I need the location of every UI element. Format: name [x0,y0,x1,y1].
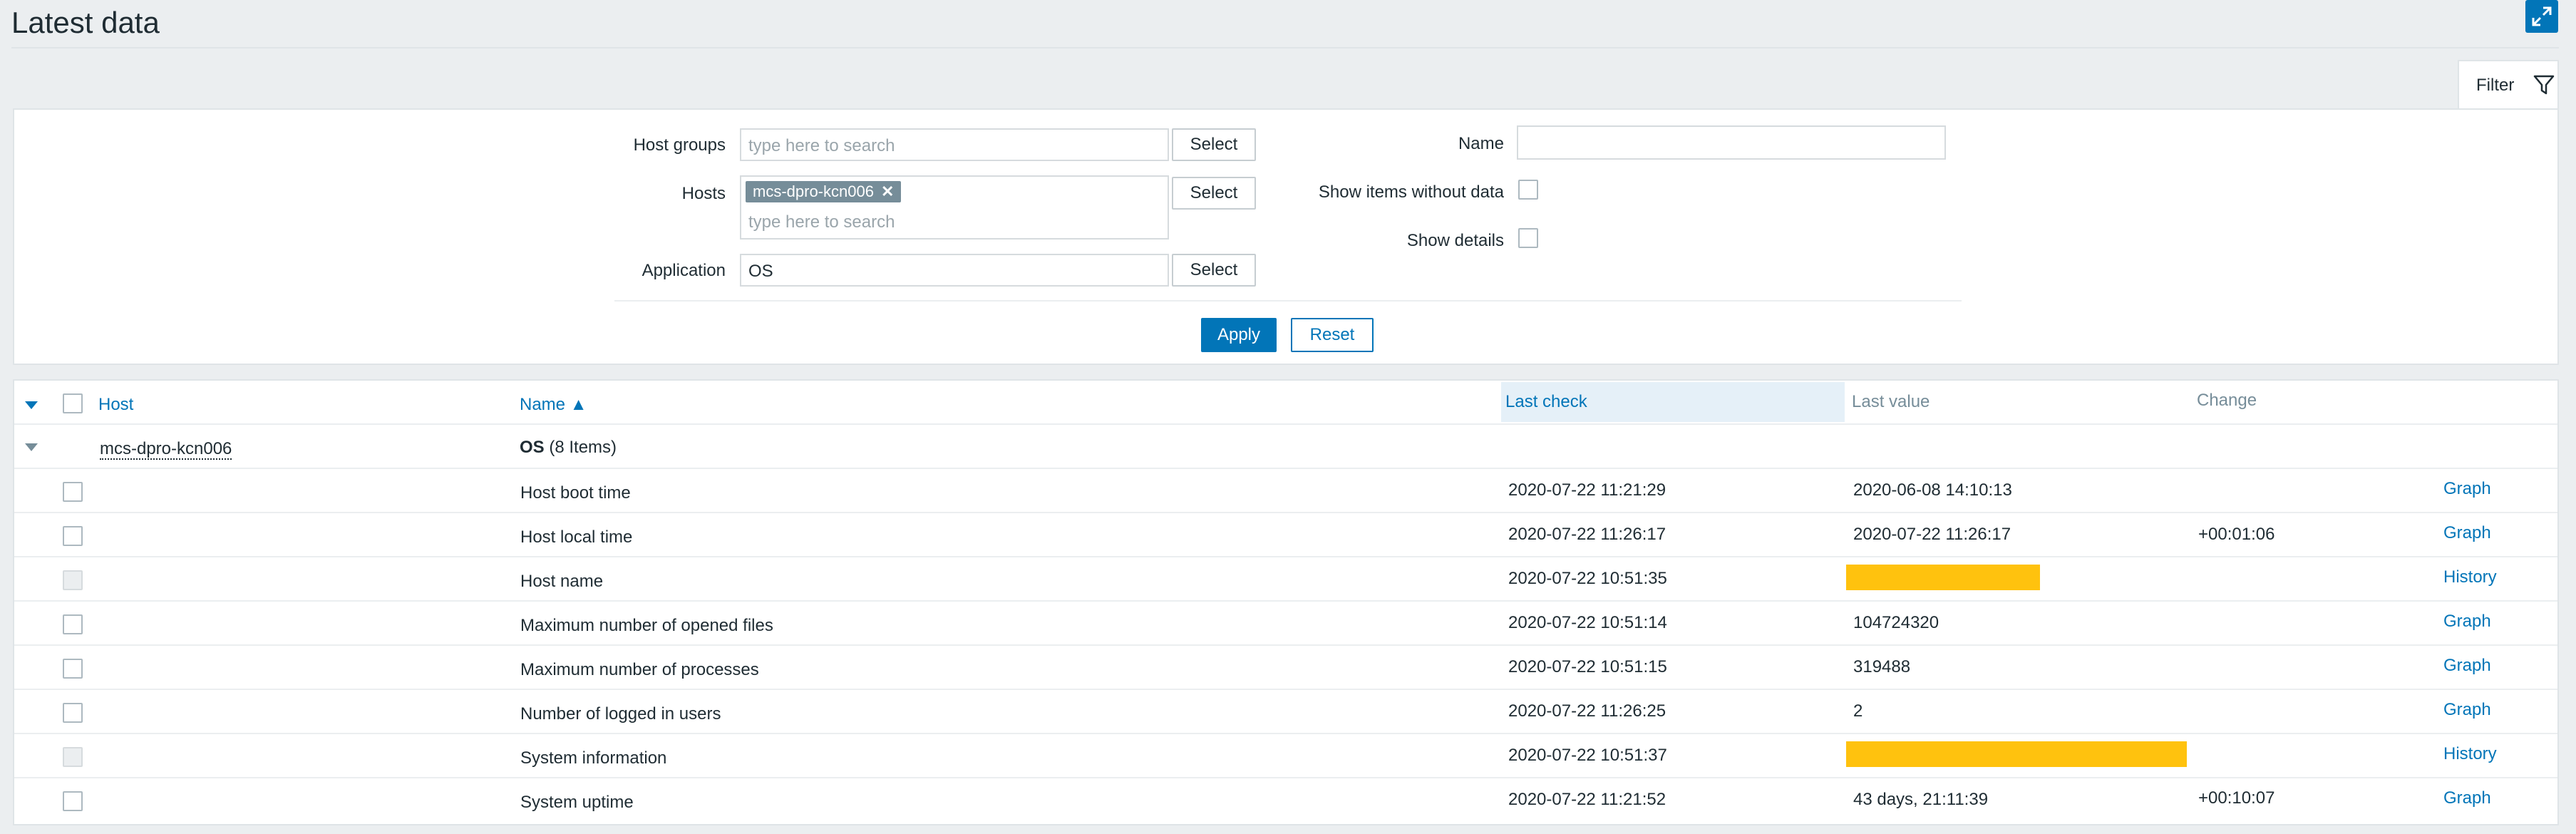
application-input[interactable]: OS [740,254,1169,287]
row-divider [14,468,2557,469]
row-divider [14,777,2557,778]
row-divider [14,644,2557,646]
item-change: +00:10:07 [2198,788,2275,808]
row-divider [14,600,2557,602]
host-chip[interactable]: mcs-dpro-kcn006 ✕ [746,181,902,202]
history-link[interactable]: History [2443,567,2497,587]
row-divider [14,689,2557,690]
row-checkbox-disabled [63,747,83,767]
group-host-link[interactable]: mcs-dpro-kcn006 [100,439,232,460]
row-divider [14,512,2557,513]
item-last-check: 2020-07-22 11:26:25 [1508,701,1666,721]
graph-link[interactable]: Graph [2443,612,2491,632]
filter-tab[interactable]: Filter [2458,60,2559,110]
host-groups-label: Host groups [633,135,726,155]
reset-button[interactable]: Reset [1291,318,1374,352]
last-check-column-header[interactable]: Last check [1505,392,1587,412]
item-last-check: 2020-07-22 10:51:35 [1508,569,1667,588]
item-last-check: 2020-07-22 10:51:37 [1508,746,1667,765]
graph-link[interactable]: Graph [2443,700,2491,720]
last-value-column-header: Last value [1852,392,1930,411]
group-collapse-toggle[interactable] [25,443,38,451]
name-column-header[interactable]: Name ▲ [520,395,587,415]
item-last-value: 43 days, 21:11:39 [1853,790,1989,809]
name-label: Name [1458,134,1504,153]
history-link[interactable]: History [2443,744,2497,764]
row-checkbox[interactable] [63,614,83,634]
row-checkbox[interactable] [63,659,83,679]
redacted-value [1846,741,2187,767]
host-groups-placeholder: type here to search [748,136,895,155]
item-last-value: 2020-07-22 11:26:17 [1853,525,2011,544]
show-details-checkbox[interactable] [1518,228,1538,248]
row-divider [14,733,2557,734]
name-input[interactable] [1517,125,1946,160]
application-label: Application [642,261,726,280]
graph-link[interactable]: Graph [2443,788,2491,808]
select-all-checkbox[interactable] [63,393,83,413]
group-app-label: OS (8 Items) [520,438,617,458]
item-name: Maximum number of processes [520,660,759,679]
item-last-check: 2020-07-22 10:51:14 [1508,613,1667,632]
item-last-check: 2020-07-22 10:51:15 [1508,657,1667,676]
header-divider [11,47,2559,48]
apply-button[interactable]: Apply [1201,318,1277,352]
group-item-count: (8 Items) [549,438,617,457]
row-checkbox[interactable] [63,791,83,811]
item-name: Host boot time [520,483,631,503]
fullscreen-button[interactable] [2525,0,2558,33]
show-without-data-checkbox[interactable] [1518,180,1538,200]
row-checkbox-disabled [63,570,83,590]
host-column-header[interactable]: Host [98,395,133,415]
item-last-value: 104724320 [1853,613,1939,632]
filter-separator [614,300,1962,302]
funnel-icon [2533,75,2555,95]
hosts-input[interactable]: mcs-dpro-kcn006 ✕ type here to search [740,175,1169,240]
row-divider [14,423,2557,425]
host-groups-input[interactable]: type here to search [740,128,1169,161]
row-checkbox[interactable] [63,703,83,723]
group-host-label: mcs-dpro-kcn006 [100,439,232,460]
show-details-label: Show details [1406,231,1504,250]
item-change: +00:01:06 [2198,525,2275,544]
item-name: System uptime [520,793,634,812]
change-column-header: Change [2197,391,2257,410]
group-app-name: OS [520,438,545,457]
row-divider [14,556,2557,557]
item-last-value: 2 [1853,701,1863,721]
application-select-button[interactable]: Select [1172,254,1256,287]
graph-link[interactable]: Graph [2443,479,2491,499]
graph-link[interactable]: Graph [2443,523,2491,543]
expand-icon [2532,6,2552,26]
host-chip-label: mcs-dpro-kcn006 [753,182,874,200]
page-title: Latest data [11,6,160,39]
row-checkbox[interactable] [63,482,83,502]
item-name: Host local time [520,527,633,547]
item-name: Maximum number of opened files [520,616,773,635]
item-last-value: 2020-06-08 14:10:13 [1853,480,2012,500]
redacted-value [1846,565,2040,590]
filter-tab-label: Filter [2476,76,2515,95]
graph-link[interactable]: Graph [2443,656,2491,676]
row-checkbox[interactable] [63,526,83,546]
item-last-value: 319488 [1853,657,1911,676]
hosts-label: Hosts [681,184,726,203]
item-name: Number of logged in users [520,704,721,724]
item-last-check: 2020-07-22 11:21:52 [1508,790,1666,809]
application-value: OS [748,262,773,281]
item-last-check: 2020-07-22 11:21:29 [1508,480,1666,500]
item-name: System information [520,748,667,768]
item-last-check: 2020-07-22 11:26:17 [1508,525,1666,544]
hosts-placeholder: type here to search [748,212,895,232]
item-name: Host name [520,572,604,591]
collapse-all-toggle[interactable] [25,401,38,409]
x-icon[interactable]: ✕ [881,182,894,200]
show-without-data-label: Show items without data [1318,182,1504,202]
